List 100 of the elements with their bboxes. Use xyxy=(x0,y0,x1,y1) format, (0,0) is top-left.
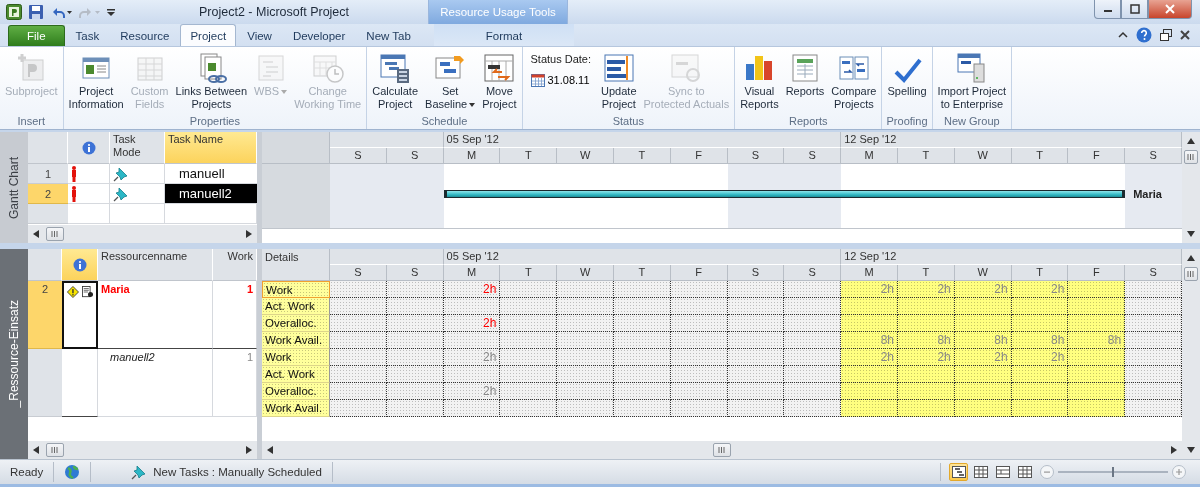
ribbon-tab[interactable]: View xyxy=(237,25,282,46)
scroll-thumb[interactable] xyxy=(713,443,731,457)
view-label: Gantt Chart xyxy=(7,156,21,219)
usage-cell: 2h xyxy=(841,349,898,367)
row-header[interactable]: 1 xyxy=(28,164,68,184)
ribbon-tab[interactable]: Developer xyxy=(282,25,356,46)
column-header[interactable]: Ressourcenname xyxy=(98,249,213,282)
ribbon-button[interactable]: Move Project xyxy=(479,49,520,113)
file-tab[interactable]: File xyxy=(8,25,65,46)
minimize-button[interactable] xyxy=(1094,0,1121,19)
view-shortcut-button[interactable] xyxy=(971,463,990,481)
ribbon-tab[interactable]: Task xyxy=(65,25,110,46)
ribbon-button[interactable]: Spelling xyxy=(884,49,930,100)
ribbon-tab[interactable]: Project xyxy=(180,24,237,46)
calculator-icon xyxy=(379,52,412,84)
grip-icon xyxy=(51,230,59,239)
view-label: _Ressource-Einsatz xyxy=(7,300,21,408)
scrollbar[interactable] xyxy=(28,441,257,459)
view-shortcut-button[interactable] xyxy=(1015,463,1034,481)
timescale-day: S xyxy=(1125,265,1182,282)
scroll-up-icon xyxy=(1187,136,1195,146)
ribbon-button[interactable]: Import Project to Enterprise xyxy=(934,49,1010,113)
scroll-left-icon xyxy=(32,445,40,455)
maximize-button[interactable] xyxy=(1121,0,1148,19)
maximize-icon xyxy=(1129,4,1140,14)
column-header[interactable]: Task Mode xyxy=(110,132,165,164)
row-header[interactable]: 2 xyxy=(28,184,68,204)
view-shortcut-button[interactable] xyxy=(949,463,968,481)
usage-cell: 8h xyxy=(898,332,955,350)
usage-cell: 8h xyxy=(1011,332,1069,350)
ribbon-button[interactable]: Calculate Project xyxy=(369,49,422,113)
detail-label: Work Avail. xyxy=(262,332,330,350)
usage-cell: 2h xyxy=(841,281,898,299)
usage-view-icon xyxy=(973,466,988,478)
timescale-day: T xyxy=(1011,265,1069,282)
task-mode-status[interactable]: New Tasks : Manually Scheduled xyxy=(153,466,322,478)
timescale-day: T xyxy=(500,265,558,282)
timescale-day: W xyxy=(954,148,1012,164)
timescale-day: F xyxy=(1068,265,1126,282)
timescale-day: M xyxy=(443,148,501,164)
view-shortcut-button[interactable] xyxy=(993,463,1012,481)
scroll-thumb[interactable] xyxy=(1184,150,1198,164)
ribbon-tab[interactable]: Resource xyxy=(110,25,180,46)
usage-cell: 2h xyxy=(443,383,501,401)
scrollbar[interactable] xyxy=(1182,249,1200,459)
scroll-thumb[interactable] xyxy=(46,227,64,242)
task-bar[interactable] xyxy=(443,190,1126,198)
scroll-left-icon xyxy=(266,445,274,455)
ribbon-button[interactable]: Update Project xyxy=(598,49,640,113)
usage-cell: 2h xyxy=(1011,349,1069,367)
info-icon xyxy=(81,140,96,155)
column-header[interactable] xyxy=(62,249,98,282)
close-button[interactable] xyxy=(1148,0,1192,19)
warning-icon xyxy=(67,285,79,300)
timescale-day: S xyxy=(784,148,842,164)
ribbon-button[interactable]: Reports xyxy=(782,49,828,100)
detail-label: Work Avail. xyxy=(262,400,330,418)
scrollbar[interactable] xyxy=(262,441,1182,459)
scrollbar[interactable] xyxy=(28,225,257,244)
ribbon-tab[interactable]: New Tab xyxy=(356,25,421,46)
ribbon-button[interactable]: Set Baseline xyxy=(422,49,479,113)
header-cell xyxy=(28,132,68,164)
status-date-button[interactable]: 31.08.11 xyxy=(530,73,592,87)
planner-view-icon xyxy=(995,466,1010,478)
timescale-day: T xyxy=(614,148,671,164)
timescale-day: F xyxy=(1068,148,1126,164)
usage-cell: 2h xyxy=(443,281,501,299)
timescale-day: S xyxy=(330,265,387,282)
scroll-thumb[interactable] xyxy=(46,443,64,457)
gantt-view-icon xyxy=(951,466,966,478)
update-gantt-icon xyxy=(602,52,635,84)
blank-area xyxy=(262,164,330,229)
ribbon-tab[interactable]: Format xyxy=(475,25,533,46)
ribbon-button[interactable]: Visual Reports xyxy=(737,49,782,113)
person-icon xyxy=(71,185,77,202)
ribbon-button[interactable]: Links Between Projects xyxy=(172,49,251,113)
ribbon-group-label: New Group xyxy=(943,114,1001,129)
task-name-cell[interactable]: manuell2 xyxy=(165,184,257,204)
scrollbar[interactable] xyxy=(1182,132,1200,244)
scroll-down-icon xyxy=(1187,445,1195,455)
usage-cell: 2h xyxy=(1011,281,1069,299)
note-icon xyxy=(81,285,93,300)
ribbon-group-label: Reports xyxy=(788,114,829,129)
work-cell: 1 xyxy=(213,349,257,418)
window-title: Project2 - Microsoft Project xyxy=(199,4,351,21)
resource-name-cell[interactable]: Maria xyxy=(98,281,213,350)
timescale-week: 12 Sep '12 xyxy=(841,249,1182,266)
column-header[interactable]: Work xyxy=(213,249,257,282)
row-header[interactable]: 2 xyxy=(28,281,62,350)
assignment-name-cell[interactable]: manuell2 xyxy=(98,349,213,418)
ribbon-button[interactable]: Project Information xyxy=(65,49,127,113)
timescale-day: M xyxy=(443,265,501,282)
pin-icon xyxy=(113,185,129,202)
ribbon-button[interactable]: Compare Projects xyxy=(828,49,880,113)
usage-cell: 2h xyxy=(443,315,501,333)
scroll-thumb[interactable] xyxy=(1184,267,1198,282)
timescale-day: M xyxy=(841,265,898,282)
column-header[interactable]: Task Name xyxy=(165,132,257,164)
timescale-day: W xyxy=(954,265,1012,282)
detail-label: Act. Work xyxy=(262,298,330,316)
